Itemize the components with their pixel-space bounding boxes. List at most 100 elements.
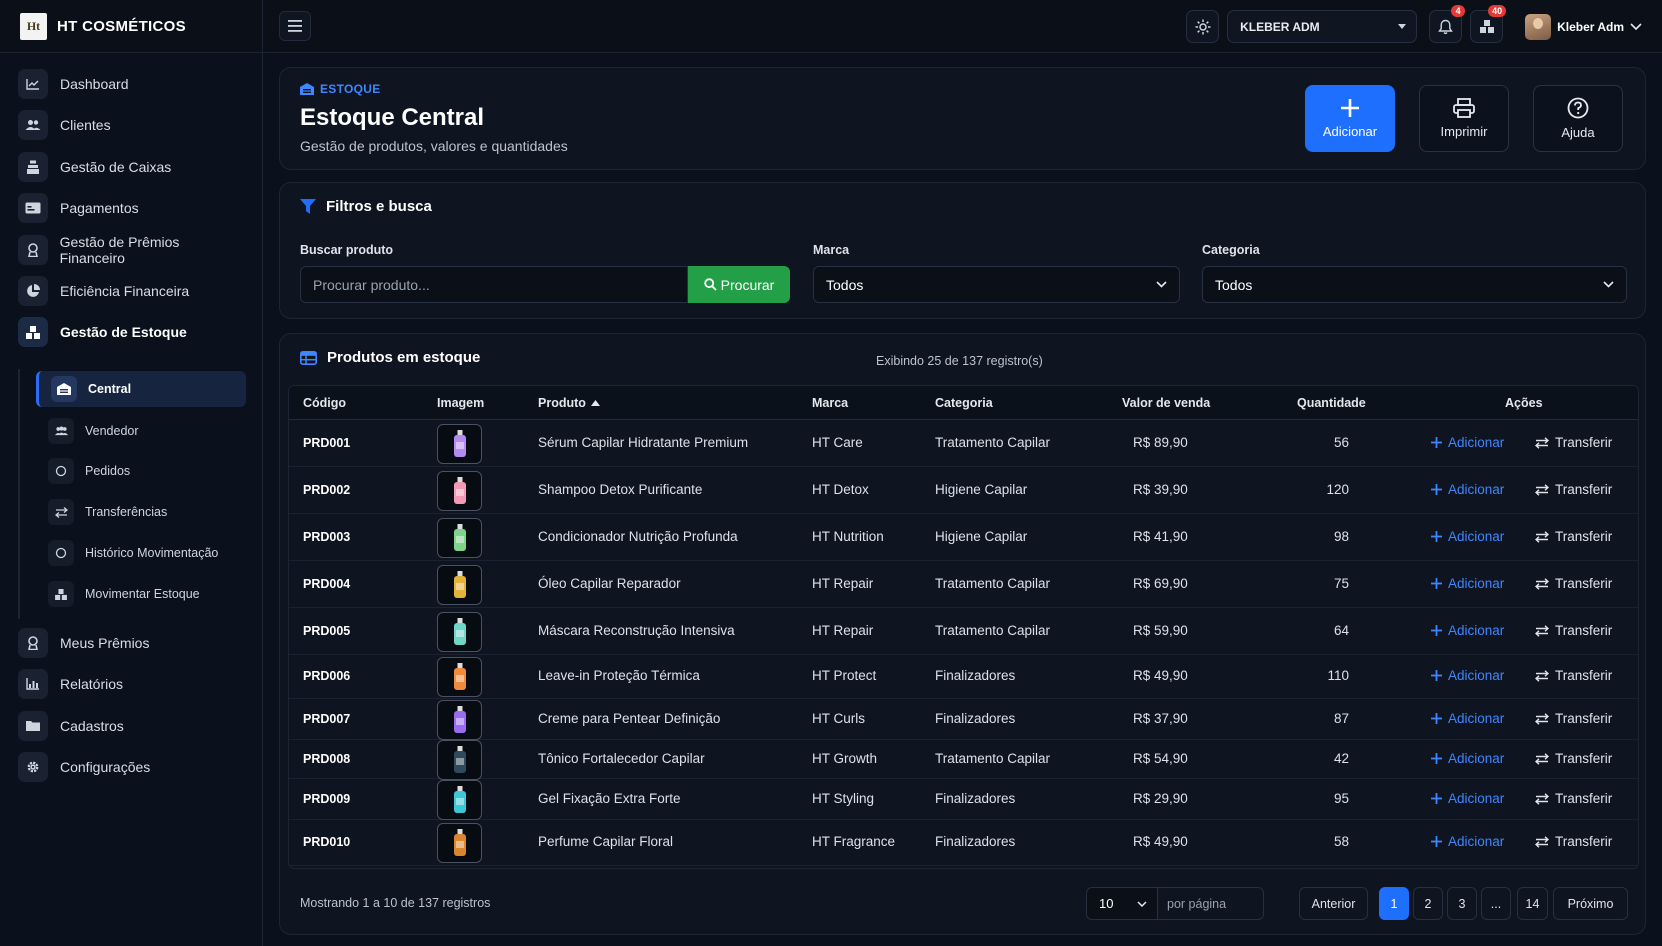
menu-toggle-button[interactable]: [279, 11, 311, 41]
per-page-select[interactable]: 10: [1086, 887, 1158, 920]
column-header-price[interactable]: Valor de venda: [1122, 396, 1210, 410]
pagination-page-14[interactable]: 14: [1517, 887, 1548, 920]
transfer-button[interactable]: Transferir: [1535, 668, 1612, 683]
search-button[interactable]: Procurar: [688, 266, 790, 303]
transfer-button[interactable]: Transferir: [1535, 435, 1612, 450]
product-thumbnail[interactable]: [437, 471, 482, 511]
transfer-button[interactable]: Transferir: [1535, 623, 1612, 638]
cell-quantity: 110: [1327, 668, 1349, 683]
column-header-code[interactable]: Código: [303, 396, 346, 410]
sidebar-item-eficiencia[interactable]: Eficiência Financeira: [18, 274, 246, 308]
company-select[interactable]: KLEBER ADM: [1227, 10, 1418, 43]
table-row[interactable]: PRD006 Leave-in Proteção Térmica HT Protec…: [289, 655, 1638, 699]
add-stock-button[interactable]: Adicionar: [1431, 711, 1504, 726]
add-stock-label: Adicionar: [1448, 791, 1505, 806]
submenu-rail: [18, 369, 20, 619]
add-stock-button[interactable]: Adicionar: [1431, 834, 1504, 849]
sidebar-subitem-central[interactable]: Central: [36, 371, 246, 407]
sidebar-subitem-historico[interactable]: Histórico Movimentação: [36, 535, 246, 571]
table-row[interactable]: PRD003 Condicionador Nutrição Profunda HT …: [289, 514, 1638, 561]
page-header: ESTOQUE Estoque Central Gestão de produt…: [279, 67, 1646, 170]
product-thumbnail[interactable]: [437, 780, 482, 820]
page-title: Estoque Central: [300, 104, 485, 131]
table-row[interactable]: PRD004 Óleo Capilar Reparador HT Repair Tra…: [289, 561, 1638, 608]
print-button[interactable]: Imprimir: [1419, 85, 1509, 152]
add-stock-button[interactable]: Adicionar: [1431, 576, 1504, 591]
cell-price: R$ 39,90: [1133, 482, 1188, 497]
search-input[interactable]: Procurar produto...: [300, 266, 688, 303]
pagination-next-button[interactable]: Próximo: [1553, 887, 1628, 920]
plus-icon: [1431, 531, 1442, 542]
theme-toggle-button[interactable]: [1186, 10, 1220, 43]
sidebar-subitem-transferencias[interactable]: Transferências: [36, 494, 246, 530]
product-thumbnail[interactable]: [437, 823, 482, 863]
add-stock-button[interactable]: Adicionar: [1431, 791, 1504, 806]
product-thumbnail[interactable]: [437, 424, 482, 464]
brand-select[interactable]: Todos: [813, 266, 1180, 303]
pagination-page-1[interactable]: 1: [1379, 887, 1409, 920]
table-row[interactable]: PRD005 Máscara Reconstrução Intensiva HT R…: [289, 608, 1638, 655]
table-row[interactable]: PRD010 Perfume Capilar Floral HT Fragrance…: [289, 820, 1638, 866]
pagination-prev-button[interactable]: Anterior: [1299, 887, 1368, 920]
category-select[interactable]: Todos: [1202, 266, 1627, 303]
notifications-button[interactable]: 4: [1429, 5, 1466, 43]
product-thumbnail[interactable]: [437, 565, 482, 605]
add-stock-button[interactable]: Adicionar: [1431, 623, 1504, 638]
add-stock-label: Adicionar: [1448, 834, 1505, 849]
sidebar-item-pagamentos[interactable]: Pagamentos: [18, 191, 246, 225]
transfer-button[interactable]: Transferir: [1535, 576, 1612, 591]
add-stock-button[interactable]: Adicionar: [1431, 482, 1504, 497]
column-header-product[interactable]: Produto: [538, 396, 600, 410]
sidebar-item-configuracoes[interactable]: Configurações: [18, 750, 246, 784]
user-menu[interactable]: Kleber Adm: [1525, 13, 1642, 40]
product-thumbnail[interactable]: [437, 518, 482, 558]
sidebar-item-clientes[interactable]: Clientes: [18, 108, 246, 142]
inventory-alerts-button[interactable]: 40: [1470, 5, 1507, 43]
sidebar-subitem-movimentar[interactable]: Movimentar Estoque: [36, 576, 246, 612]
sidebar-item-gestao-estoque[interactable]: Gestão de Estoque: [18, 315, 246, 349]
table-row[interactable]: PRD001 Sérum Capilar Hidratante Premium HT…: [289, 421, 1638, 467]
sidebar-subitem-vendedor[interactable]: Vendedor: [36, 413, 246, 449]
arrows-icon: [1535, 712, 1549, 725]
sidebar-item-cadastros[interactable]: Cadastros: [18, 709, 246, 743]
column-header-quantity[interactable]: Quantidade: [1297, 396, 1366, 410]
search-icon: [703, 278, 717, 291]
add-product-button[interactable]: Adicionar: [1305, 85, 1395, 152]
product-thumbnail[interactable]: [437, 740, 482, 780]
cash-register-icon: [18, 152, 48, 182]
transfer-button[interactable]: Transferir: [1535, 751, 1612, 766]
sidebar-item-label: Clientes: [60, 117, 111, 133]
sidebar-item-dashboard[interactable]: Dashboard: [18, 67, 246, 101]
table-row[interactable]: PRD007 Creme para Pentear Definição HT Cur…: [289, 699, 1638, 740]
transfer-button[interactable]: Transferir: [1535, 834, 1612, 849]
pagination-page-3[interactable]: 3: [1447, 887, 1477, 920]
sidebar-subitem-pedidos[interactable]: Pedidos: [36, 453, 246, 489]
pagination-page-2[interactable]: 2: [1413, 887, 1443, 920]
help-button[interactable]: Ajuda: [1533, 85, 1623, 152]
sidebar-item-premios-financeiro[interactable]: Gestão de Prêmios Financeiro: [18, 233, 246, 267]
sidebar-item-relatorios[interactable]: Relatórios: [18, 667, 246, 701]
sidebar-item-gestao-caixas[interactable]: Gestão de Caixas: [18, 150, 246, 184]
add-stock-button[interactable]: Adicionar: [1431, 751, 1504, 766]
table-row[interactable]: PRD008 Tônico Fortalecedor Capilar HT Grow…: [289, 740, 1638, 780]
column-header-brand[interactable]: Marca: [812, 396, 848, 410]
add-stock-button[interactable]: Adicionar: [1431, 435, 1504, 450]
product-thumbnail[interactable]: [437, 612, 482, 652]
add-stock-button[interactable]: Adicionar: [1431, 529, 1504, 544]
cell-quantity: 56: [1333, 435, 1349, 450]
transfer-button[interactable]: Transferir: [1535, 482, 1612, 497]
plus-icon: [1341, 99, 1359, 117]
product-thumbnail[interactable]: [437, 700, 482, 740]
table-row[interactable]: PRD009 Gel Fixação Extra Forte HT Styling F…: [289, 779, 1638, 820]
product-thumbnail[interactable]: [437, 657, 482, 697]
transfer-button[interactable]: Transferir: [1535, 711, 1612, 726]
transfer-button[interactable]: Transferir: [1535, 529, 1612, 544]
column-header-category[interactable]: Categoria: [935, 396, 993, 410]
sidebar-item-meus-premios[interactable]: Meus Prêmios: [18, 626, 246, 660]
add-stock-button[interactable]: Adicionar: [1431, 668, 1504, 683]
table-row[interactable]: PRD002 Shampoo Detox Purificante HT Detox H…: [289, 467, 1638, 514]
brand[interactable]: Ht HT COSMÉTICOS: [0, 0, 263, 53]
transfer-button[interactable]: Transferir: [1535, 791, 1612, 806]
search-label: Buscar produto: [300, 243, 394, 257]
breadcrumb[interactable]: ESTOQUE: [300, 82, 381, 96]
